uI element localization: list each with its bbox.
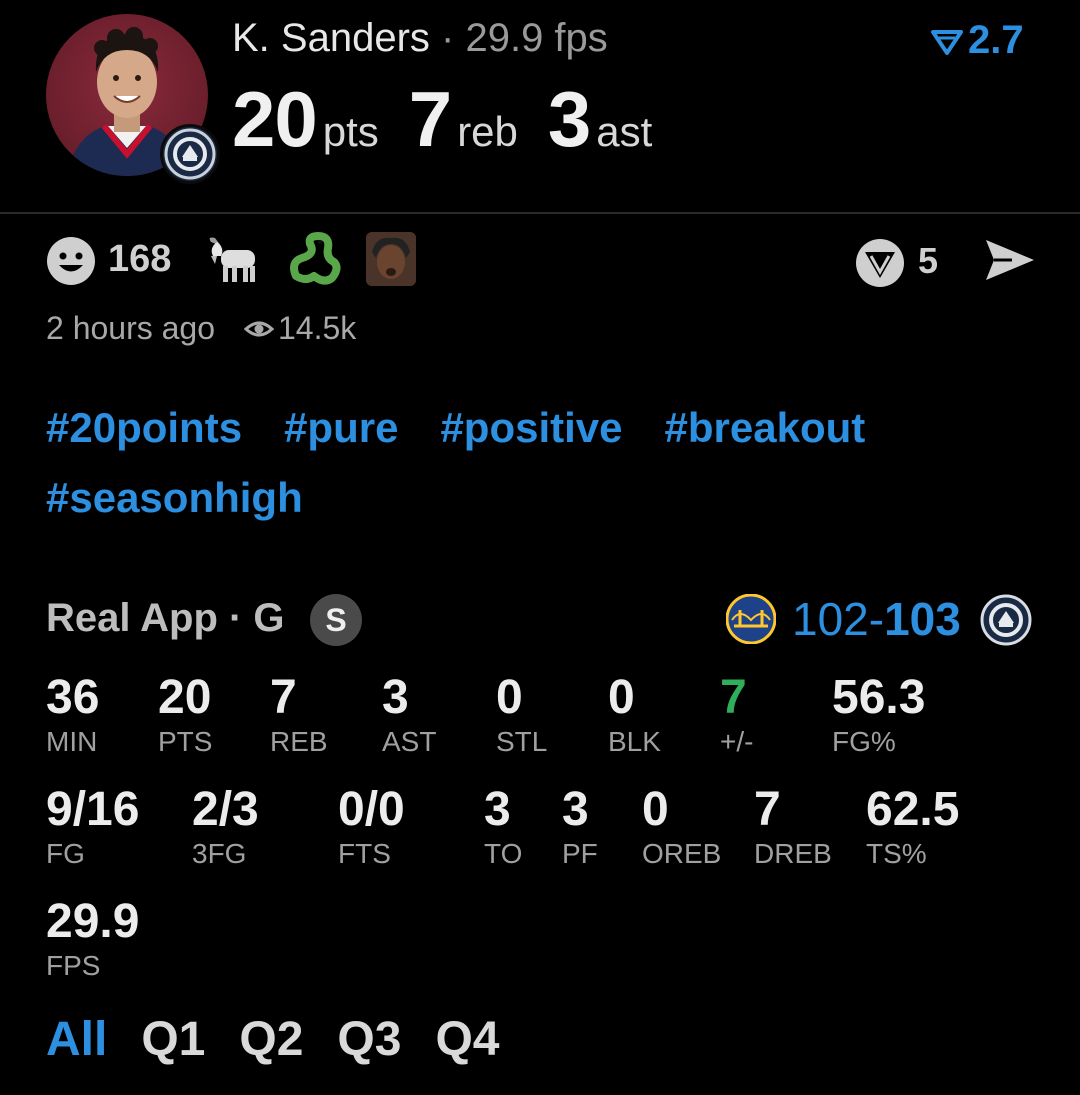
- stat-value: 7: [270, 671, 297, 724]
- stat-fts: 0/0 FTS: [338, 784, 405, 872]
- warriors-logo-icon: [725, 593, 777, 645]
- stat-value: 3: [382, 671, 409, 724]
- stat-value: 3: [562, 783, 589, 836]
- title-separator: ·: [441, 16, 455, 60]
- stat-value: 0/0: [338, 783, 405, 836]
- stat-label: AST: [382, 726, 437, 757]
- reaction-face-image[interactable]: [366, 232, 416, 286]
- hashtag[interactable]: #20points: [46, 404, 242, 452]
- stat-pts: 20 PTS: [158, 672, 212, 760]
- stat-source: Real App · G: [46, 596, 285, 640]
- fantasy-points: 29.9 fps: [465, 16, 608, 60]
- tab-q4[interactable]: Q4: [435, 1012, 499, 1067]
- tab-q2[interactable]: Q2: [239, 1012, 303, 1067]
- stat-label: OREB: [642, 838, 722, 869]
- eye-icon: [243, 314, 275, 344]
- vote-badge-icon[interactable]: [855, 238, 905, 288]
- stat-ast: 3 AST: [382, 672, 436, 760]
- points-label: pts: [322, 108, 379, 155]
- headline-statline: 20 pts 7 reb 3 ast: [232, 74, 682, 165]
- game-score[interactable]: 102-103: [792, 592, 961, 646]
- stat-ts-pct: 62.5 TS%: [866, 784, 959, 872]
- stat-value: 29.9: [46, 895, 140, 948]
- stat-fg: 9/16 FG: [46, 784, 139, 872]
- stat-blk: 0 BLK: [608, 672, 661, 760]
- smiley-icon[interactable]: [46, 236, 96, 286]
- stat-label: FPS: [46, 950, 101, 981]
- stat-label: BLK: [608, 726, 661, 757]
- points-value: 20: [232, 75, 318, 163]
- stat-reb: 7 REB: [270, 672, 328, 760]
- tab-q3[interactable]: Q3: [337, 1012, 401, 1067]
- stat-value: 56.3: [832, 671, 926, 724]
- hashtag[interactable]: #positive: [440, 404, 622, 452]
- rebounds-value: 7: [408, 75, 452, 163]
- stat-label: MIN: [46, 726, 98, 757]
- post-time: 2 hours ago: [46, 310, 216, 346]
- stat-pf: 3 PF: [562, 784, 598, 872]
- stat-label: TO: [484, 838, 523, 869]
- stat-label: DREB: [754, 838, 832, 869]
- quarter-tabs: All Q1 Q2 Q3 Q4: [46, 1012, 533, 1067]
- goat-emoji-icon[interactable]: [205, 234, 263, 286]
- stat-value: 20: [158, 671, 212, 724]
- stat-value: 0: [642, 783, 669, 836]
- stat-label: PF: [562, 838, 598, 869]
- rebounds-label: reb: [457, 108, 518, 155]
- stat-label: FTS: [338, 838, 391, 869]
- share-send-icon[interactable]: [982, 236, 1036, 284]
- stat-to: 3 TO: [484, 784, 522, 872]
- stat-value: 3: [484, 783, 511, 836]
- hashtag[interactable]: #seasonhigh: [46, 474, 303, 522]
- stat-label: FG: [46, 838, 85, 869]
- hashtag[interactable]: #breakout: [665, 404, 866, 452]
- stat-dreb: 7 DREB: [754, 784, 832, 872]
- stat-oreb: 0 OREB: [642, 784, 721, 872]
- team-logo-icon: [160, 124, 220, 184]
- stat-fps: 29.9 FPS: [46, 896, 139, 984]
- stat-min: 36 MIN: [46, 672, 99, 760]
- rank-change[interactable]: 2.7: [930, 18, 1024, 63]
- stat-plus-minus: 7 +/-: [720, 672, 753, 760]
- stat-label: STL: [496, 726, 548, 757]
- stat-label: PTS: [158, 726, 213, 757]
- assists-value: 3: [547, 75, 591, 163]
- stat-3fg: 2/3 3FG: [192, 784, 259, 872]
- stat-value: 62.5: [866, 783, 960, 836]
- reaction-count: 168: [108, 238, 172, 280]
- stat-value: 2/3: [192, 783, 259, 836]
- stat-label: FG%: [832, 726, 896, 757]
- stat-value: 36: [46, 671, 100, 724]
- opponent-logo-icon: [980, 594, 1032, 646]
- hashtag[interactable]: #pure: [284, 404, 398, 452]
- rank-delta: 2.7: [968, 18, 1024, 62]
- view-count: 14.5k: [278, 310, 357, 346]
- snake-emoji-icon[interactable]: [286, 232, 342, 286]
- stat-value: 0: [496, 671, 523, 724]
- stat-label: 3FG: [192, 838, 247, 869]
- stat-fg-pct: 56.3 FG%: [832, 672, 925, 760]
- player-title: K. Sanders · 29.9 fps: [232, 16, 608, 61]
- player-name[interactable]: K. Sanders: [232, 16, 430, 60]
- stat-label: TS%: [866, 838, 927, 869]
- stat-label: REB: [270, 726, 328, 757]
- vote-count: 5: [918, 240, 939, 281]
- hashtag-list: #20points #pure #positive #breakout #seasonh…: [46, 404, 1026, 544]
- stat-value: 7: [754, 783, 781, 836]
- stat-stl: 0 STL: [496, 672, 547, 760]
- stat-value: 9/16: [46, 783, 140, 836]
- stat-value: 0: [608, 671, 635, 724]
- s-badge[interactable]: S: [310, 594, 362, 646]
- down-triangle-icon: [931, 30, 963, 56]
- stat-label: +/-: [720, 726, 754, 757]
- assists-label: ast: [596, 108, 653, 155]
- score-home: 102-: [792, 593, 885, 645]
- tab-all[interactable]: All: [46, 1012, 107, 1067]
- header-divider: [0, 212, 1080, 214]
- stat-value: 7: [720, 671, 747, 724]
- score-away: 103: [884, 593, 961, 645]
- tab-q1[interactable]: Q1: [141, 1012, 205, 1067]
